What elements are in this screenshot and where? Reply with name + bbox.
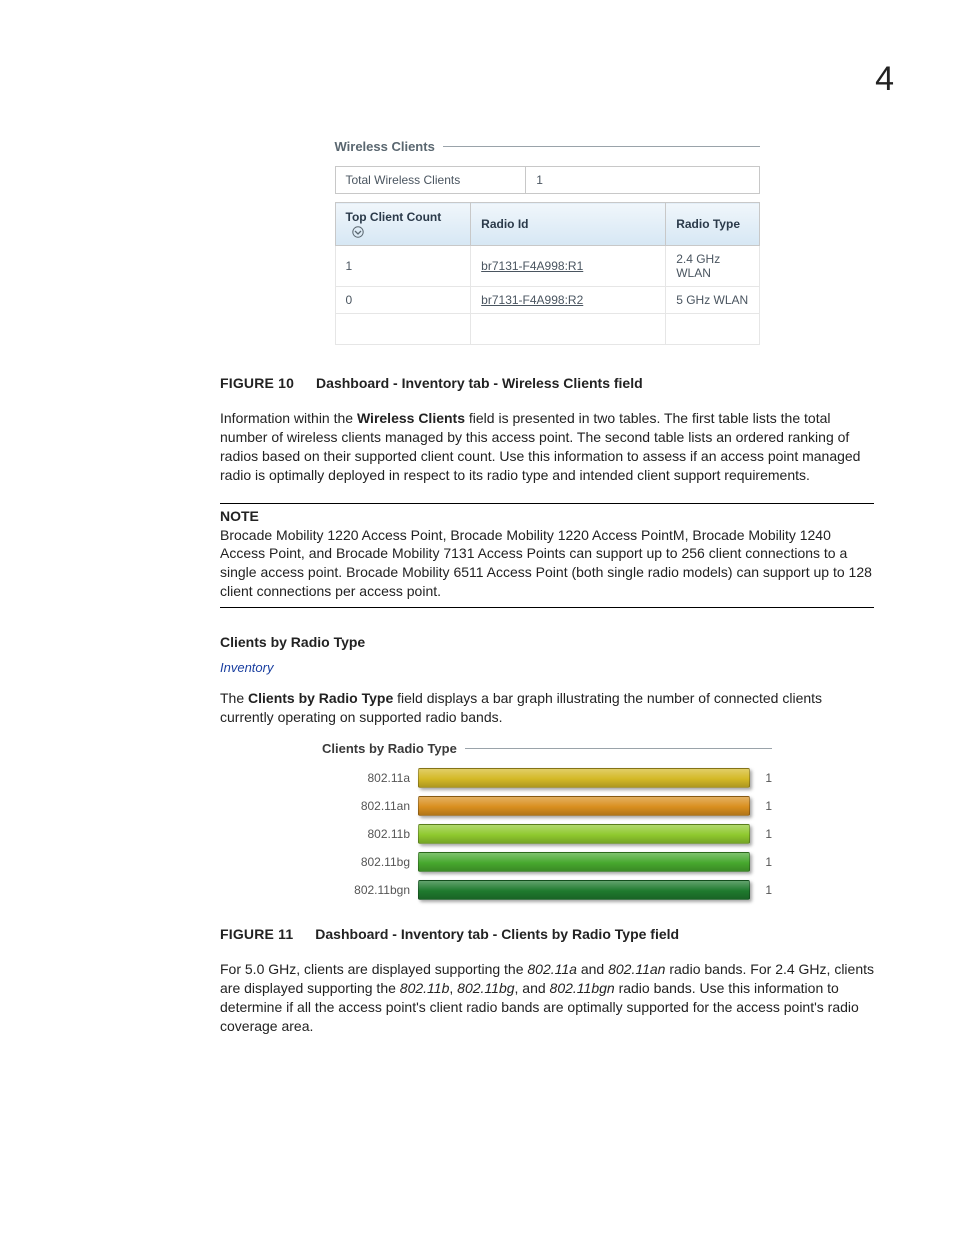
chart-bar [418,824,750,844]
bold-text: Wireless Clients [357,410,465,426]
total-clients-table: Total Wireless Clients 1 [335,166,760,194]
chart-category-label: 802.11bgn [322,883,418,897]
note-text: Brocade Mobility 1220 Access Point, Broc… [220,526,874,602]
chart-bar-row: 802.11bg 1 [322,852,772,872]
text: , and [515,980,550,996]
chart-bar-row: 802.11bgn 1 [322,880,772,900]
chart-bar [418,796,750,816]
section-subhead: Clients by Radio Type [220,634,874,650]
cell-radio-id-link[interactable]: br7131-F4A998:R1 [471,246,666,287]
chart-bar-wrap [418,796,748,816]
horizontal-rule [465,748,772,749]
bold-text: Clients by Radio Type [248,690,393,706]
chart-bar-row: 802.11an 1 [322,796,772,816]
cell-radio-type: 5 GHz WLAN [666,287,759,314]
note-label: NOTE [220,508,874,524]
cell-count: 0 [335,287,471,314]
text: , [449,980,457,996]
chart-category-label: 802.11a [322,771,418,785]
horizontal-rule [220,503,874,504]
chart-category-label: 802.11an [322,799,418,813]
chart-category-label: 802.11b [322,827,418,841]
figure-text: Dashboard - Inventory tab - Clients by R… [315,926,679,942]
sort-descending-icon[interactable] [352,226,364,238]
chart-bar [418,852,750,872]
italic-text: 802.11bgn [550,980,615,996]
italic-text: 802.11bg [457,980,514,996]
chart-value-label: 1 [748,855,772,869]
italic-text: 802.11b [400,980,450,996]
breadcrumb-link[interactable]: Inventory [220,660,874,675]
total-clients-value: 1 [526,167,759,194]
wireless-clients-panel: Wireless Clients Total Wireless Clients … [335,139,760,345]
horizontal-rule [443,146,760,147]
chart-bar [418,880,750,900]
chart-bar-wrap [418,824,748,844]
horizontal-rule [220,607,874,608]
page-number: 4 [60,60,894,99]
text: For 5.0 GHz, clients are displayed suppo… [220,961,527,977]
column-header-radioid[interactable]: Radio Id [471,203,666,246]
chart-category-label: 802.11bg [322,855,418,869]
chart-value-label: 1 [748,799,772,813]
clients-by-radio-type-chart: Clients by Radio Type 802.11a1802.11an18… [322,741,772,900]
chart-bar-wrap [418,852,748,872]
chart-value-label: 1 [748,827,772,841]
chart-value-label: 1 [748,771,772,785]
figure-label: FIGURE 10 [220,375,294,391]
panel-title: Wireless Clients [335,139,435,154]
column-header-count[interactable]: Top Client Count [335,203,471,246]
paragraph: For 5.0 GHz, clients are displayed suppo… [220,960,874,1036]
chart-bar-row: 802.11b 1 [322,824,772,844]
italic-text: 802.11an [608,961,665,977]
figure-caption: FIGURE 11 Dashboard - Inventory tab - Cl… [220,926,874,942]
paragraph: The Clients by Radio Type field displays… [220,689,874,727]
figure-caption: FIGURE 10 Dashboard - Inventory tab - Wi… [220,375,874,391]
total-clients-label: Total Wireless Clients [335,167,526,194]
chart-bar-wrap [418,768,748,788]
column-header-radiotype[interactable]: Radio Type [666,203,759,246]
chart-value-label: 1 [748,883,772,897]
note-block: NOTE Brocade Mobility 1220 Access Point,… [220,503,874,609]
paragraph: Information within the Wireless Clients … [220,409,874,485]
italic-text: 802.11a [527,961,577,977]
table-row: 0 br7131-F4A998:R2 5 GHz WLAN [335,287,759,314]
table-row: Total Wireless Clients 1 [335,167,759,194]
figure-label: FIGURE 11 [220,926,293,942]
cell-count: 1 [335,246,471,287]
chart-bar-wrap [418,880,748,900]
column-header-label: Top Client Count [346,210,442,224]
figure-text: Dashboard - Inventory tab - Wireless Cli… [316,375,643,391]
chart-title: Clients by Radio Type [322,741,457,756]
table-row: 1 br7131-F4A998:R1 2.4 GHz WLAN [335,246,759,287]
text: Information within the [220,410,357,426]
chart-bar [418,768,750,788]
cell-radio-id-link[interactable]: br7131-F4A998:R2 [471,287,666,314]
table-row-empty [335,314,759,345]
top-client-count-table: Top Client Count Radio Id Radio Type 1 b… [335,202,760,345]
text: and [577,961,608,977]
text: The [220,690,248,706]
chart-bar-row: 802.11a 1 [322,768,772,788]
cell-radio-type: 2.4 GHz WLAN [666,246,759,287]
